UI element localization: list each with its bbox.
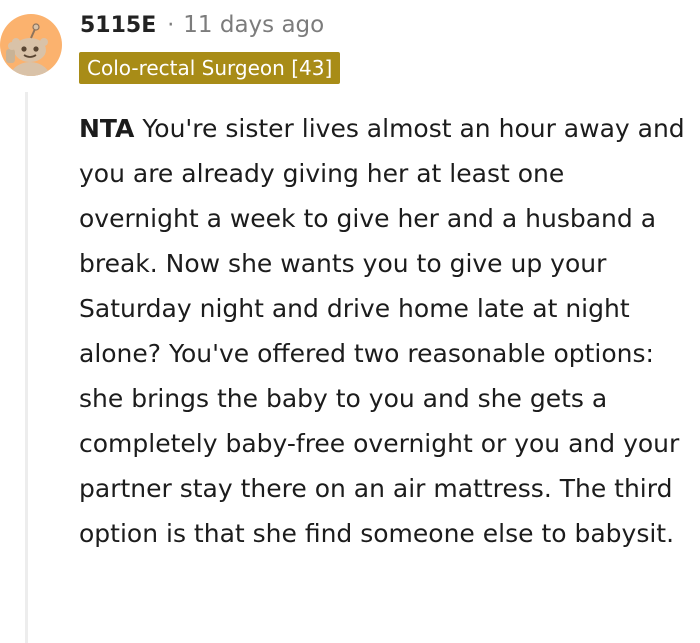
username-link[interactable]: 5115E (80, 13, 156, 38)
comment-body: NTA You're sister lives almost an hour a… (79, 106, 691, 556)
meta-separator: · (167, 12, 175, 38)
timestamp-link[interactable]: 11 days ago (183, 12, 324, 38)
comment-meta: 5115E · 11 days ago (80, 9, 324, 41)
snoo-avatar-graphic (0, 14, 62, 76)
comment-body-text: You're sister lives almost an hour away … (79, 114, 685, 548)
verdict-text: NTA (79, 114, 135, 143)
user-flair-badge: Colo-rectal Surgeon [43] (79, 52, 341, 84)
snoo-avatar-icon[interactable] (0, 14, 62, 76)
comment: 5115E · 11 days ago Colo-rectal Surgeon … (0, 0, 700, 643)
thread-collapse-line[interactable] (25, 92, 28, 643)
